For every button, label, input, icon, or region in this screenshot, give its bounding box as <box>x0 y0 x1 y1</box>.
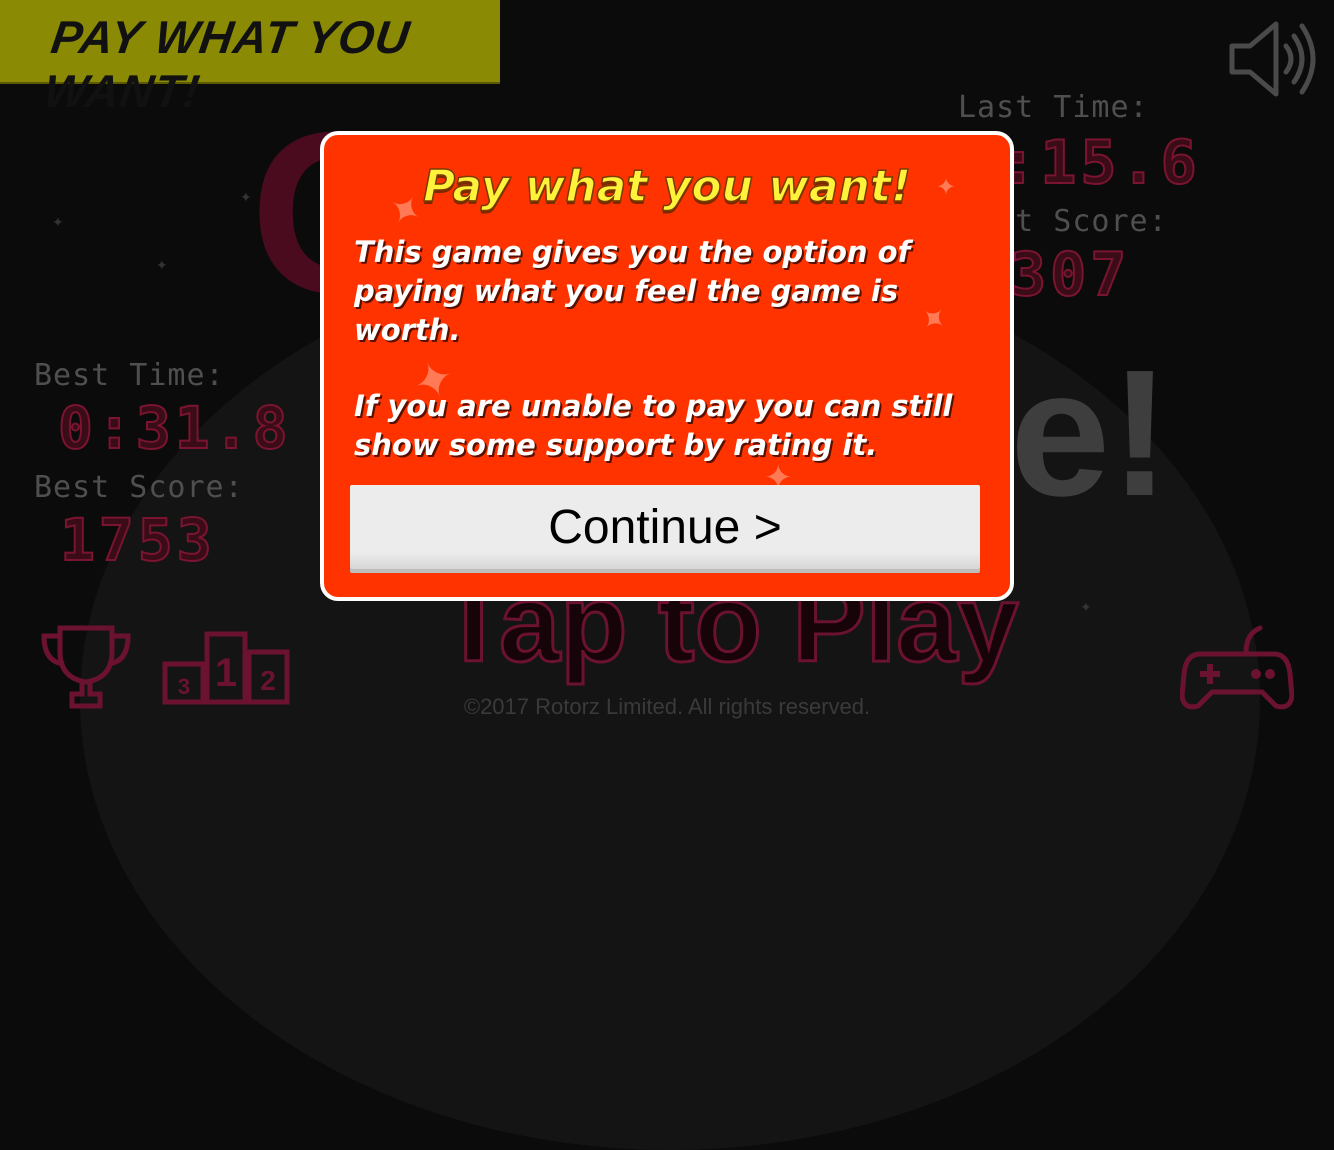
background-exclamation: e! <box>1010 333 1171 534</box>
last-time-label: Last Time: <box>958 90 1149 125</box>
dialog-paragraph-1: This game gives you the option of paying… <box>354 235 911 347</box>
svg-text:3: 3 <box>178 674 190 699</box>
pay-what-you-want-dialog: ✦ ✦ ✦ ✦ ✦ Pay what you want! This game g… <box>320 131 1014 601</box>
dialog-paragraph-2: If you are unable to pay you can still s… <box>354 389 953 462</box>
best-score-value: 1753 <box>59 505 216 575</box>
dialog-title: Pay what you want! <box>422 160 912 213</box>
continue-button[interactable]: Continue > <box>350 485 980 569</box>
leaderboard-icon[interactable]: 3 1 2 <box>162 630 290 706</box>
pay-what-you-want-banner[interactable]: PAY WHAT YOU WANT! <box>0 0 500 117</box>
banner-label: PAY WHAT YOU WANT! <box>40 11 414 117</box>
gamepad-icon[interactable] <box>1180 622 1294 714</box>
trophy-icon[interactable] <box>38 622 134 712</box>
last-score-value: 307 <box>1009 239 1131 311</box>
svg-text:2: 2 <box>260 665 276 696</box>
speaker-icon[interactable] <box>1226 16 1318 102</box>
svg-text:1: 1 <box>215 651 237 695</box>
best-score-label: Best Score: <box>34 470 244 505</box>
background-star: ✦ <box>1080 600 1092 616</box>
best-time-value: 0:31.8 <box>57 393 292 463</box>
background-star: ✦ <box>52 215 64 231</box>
background-star: ✦ <box>156 258 168 274</box>
best-time-label: Best Time: <box>34 358 225 393</box>
